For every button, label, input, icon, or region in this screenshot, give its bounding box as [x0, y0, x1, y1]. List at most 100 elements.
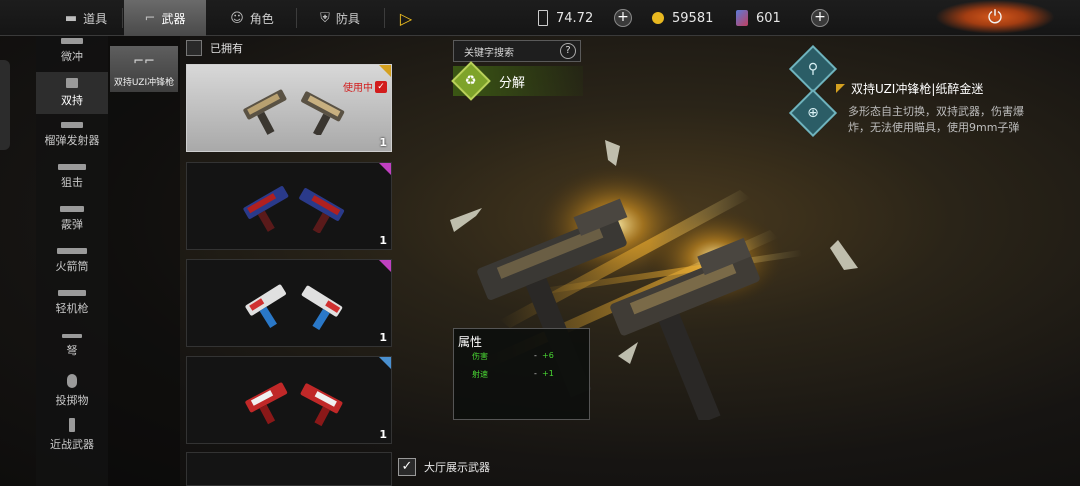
owned-checkbox[interactable] — [186, 40, 202, 56]
category-crossbow[interactable]: 弩 — [36, 334, 108, 368]
grenade-icon — [67, 374, 77, 388]
card-balance: 601 — [736, 0, 781, 36]
model-dual-uzi[interactable]: ⌐⌐ 双持UZI冲锋枪 — [110, 46, 178, 92]
dual-uzi-blue-white-icon — [245, 284, 343, 330]
category-melee[interactable]: 近战武器 — [36, 418, 108, 458]
skin-card[interactable]: 使用中 ✓ 1 — [186, 64, 392, 152]
skin-count: 1 — [379, 331, 387, 344]
category-grenade-launcher[interactable]: 榴弹发射器 — [36, 122, 108, 158]
category-dual[interactable]: 双持 — [36, 72, 108, 114]
category-sniper[interactable]: 狙击 — [36, 164, 108, 198]
weapon-description: 多形态自主切换，双持武器，伤害爆炸，无法使用瞄具，使用9mm子弹 — [848, 105, 1024, 134]
attributes-panel: 属性 伤害 - +6 射速 - +1 — [453, 328, 590, 420]
add-card-button[interactable]: + — [811, 9, 829, 27]
play-arrow-icon[interactable]: ▷ — [392, 0, 420, 36]
checkmark-icon: ✓ — [375, 80, 387, 93]
sniper-icon — [58, 164, 86, 170]
attribute-name: 射速 — [472, 370, 488, 379]
shotgun-icon — [60, 206, 84, 212]
weapon-model-column: ⌐⌐ 双持UZI冲锋枪 — [108, 36, 180, 486]
category-shotgun[interactable]: 霰弹 — [36, 206, 108, 240]
gold-value: 59581 — [672, 10, 714, 26]
search-icon[interactable]: ? — [560, 43, 576, 59]
card-icon — [736, 10, 748, 26]
skin-card[interactable]: 1 — [186, 162, 392, 250]
add-ticket-button[interactable]: + — [614, 9, 632, 27]
dual-pistol-icon: ⌐⌐ — [133, 54, 155, 69]
armor-icon: ⛨ — [320, 10, 330, 26]
attribute-value: +6 — [542, 351, 554, 360]
lobby-display-checkbox[interactable]: ✓ — [398, 458, 416, 476]
in-use-badge: 使用中 ✓ — [343, 79, 387, 94]
in-use-label: 使用中 — [343, 83, 373, 94]
character-pose-icon: ⚲ — [807, 61, 819, 77]
rarity-corner — [379, 357, 391, 369]
rarity-flag-icon — [836, 84, 845, 93]
lmg-icon — [58, 290, 86, 296]
model-label: 双持UZI冲锋枪 — [113, 78, 175, 88]
lobby-display-toggle[interactable]: ✓ 大厅展示武器 — [398, 458, 490, 476]
dismantle-label: 分解 — [499, 75, 526, 91]
owned-label: 已拥有 — [210, 42, 243, 55]
category-throwables[interactable]: 投掷物 — [36, 374, 108, 414]
side-drawer-handle[interactable] — [0, 60, 10, 150]
weapon-name-text: 双持UZI冲锋枪|纸醉金迷 — [851, 82, 984, 96]
weapon-name: 双持UZI冲锋枪|纸醉金迷 — [836, 80, 983, 97]
dismantle-button[interactable]: ♻ 分解 — [451, 61, 583, 101]
dual-uzi-red-white-icon — [245, 382, 343, 427]
attribute-name: 伤害 — [472, 352, 488, 361]
skin-card[interactable]: 1 — [186, 259, 392, 347]
character-icon: ☺ — [230, 10, 244, 26]
rocket-launcher-icon — [57, 248, 87, 254]
search-placeholder: 关键字搜索 — [464, 47, 514, 59]
search-input[interactable]: 关键字搜索 ? — [453, 40, 581, 62]
tab-weapons[interactable]: ⌐ 武器 — [124, 0, 206, 36]
weapon-category-sidebar: 微冲 双持 榴弹发射器 狙击 霰弹 火箭筒 轻机枪 弩 投掷物 近战武器 — [36, 36, 108, 486]
attribute-dash: - — [534, 369, 537, 378]
ticket-value: 74.72 — [556, 10, 594, 26]
tab-items[interactable]: ▬ 道具 — [50, 0, 122, 36]
gold-coin-icon — [652, 12, 664, 24]
category-label: 近战武器 — [50, 438, 94, 451]
tab-character-label: 角色 — [249, 11, 274, 26]
smg-icon — [61, 38, 83, 44]
ammo-icon: ▬ — [64, 10, 78, 26]
grenade-launcher-icon — [61, 122, 83, 128]
attribute-value: +1 — [542, 369, 554, 378]
skin-card[interactable]: 1 — [186, 356, 392, 444]
category-rocket-launcher[interactable]: 火箭筒 — [36, 248, 108, 282]
attribute-dash: - — [534, 351, 537, 360]
pose-preview-button[interactable]: ⚲ — [788, 44, 838, 94]
rarity-corner — [379, 260, 391, 272]
rarity-corner — [379, 163, 391, 175]
tab-armor[interactable]: ⛨ 防具 — [300, 0, 380, 36]
ticket-icon — [538, 10, 548, 26]
dual-uzi-red-blue-icon — [243, 186, 345, 233]
power-button[interactable]: ⏻ — [935, 0, 1055, 34]
top-bar: ▬ 道具 ⌐ 武器 ☺ 角色 ⛨ 防具 ▷ 74.72 + 59581 601 … — [0, 0, 1080, 36]
category-label: 火箭筒 — [55, 260, 89, 273]
skin-count: 1 — [379, 234, 387, 247]
skin-card[interactable] — [186, 452, 392, 486]
tab-divider — [384, 8, 385, 28]
zoom-in-icon: ⊕ — [807, 105, 819, 121]
crossbow-icon — [62, 334, 82, 338]
skin-count: 1 — [379, 428, 387, 441]
tab-divider — [296, 8, 297, 28]
owned-filter[interactable]: 已拥有 — [186, 40, 243, 56]
tab-character[interactable]: ☺ 角色 — [212, 0, 292, 36]
category-smg[interactable]: 微冲 — [36, 36, 108, 70]
category-label: 双持 — [61, 94, 83, 107]
category-label: 狙击 — [61, 176, 83, 189]
ticket-balance: 74.72 — [538, 0, 593, 36]
category-label: 弩 — [66, 344, 78, 357]
pistol-icon: ⌐ — [144, 10, 156, 26]
recycle-icon-frame: ♻ — [451, 61, 491, 101]
tab-divider — [122, 8, 123, 28]
category-label: 轻机枪 — [55, 302, 89, 315]
category-label: 投掷物 — [55, 394, 89, 407]
category-lmg[interactable]: 轻机枪 — [36, 290, 108, 324]
dual-uzi-gold-icon — [243, 89, 345, 135]
category-label: 微冲 — [61, 50, 83, 63]
category-label: 霰弹 — [61, 218, 83, 231]
